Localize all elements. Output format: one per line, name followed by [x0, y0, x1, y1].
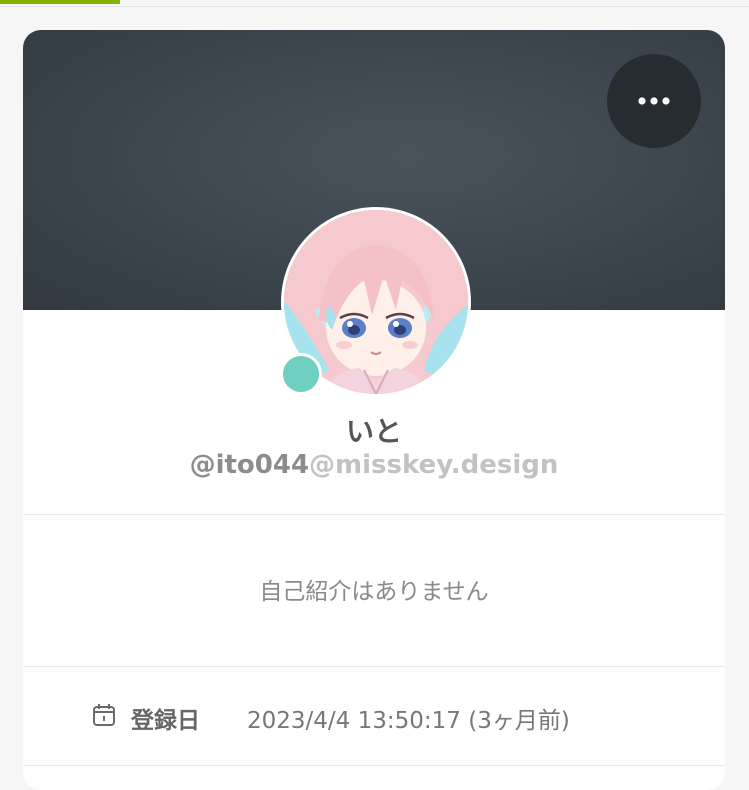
more-options-button[interactable]: [607, 54, 701, 148]
more-horizontal-icon: [638, 97, 670, 105]
user-handle: @ito044@misskey.design: [23, 450, 725, 480]
handle-host: @misskey.design: [309, 450, 559, 480]
profile-card: いと @ito044@misskey.design 自己紹介はありません 登録日…: [23, 30, 725, 790]
handle-username: @ito044: [189, 450, 310, 480]
loading-progress-bar: [0, 0, 120, 4]
online-status-indicator: [280, 353, 322, 395]
field-row-joined: 登録日 2023/4/4 13:50:17 (3ヶ月前): [23, 698, 725, 738]
divider: [23, 514, 725, 515]
display-name: いと: [345, 415, 402, 448]
top-bar: [0, 0, 749, 7]
field-label: 登録日: [131, 708, 200, 734]
bio-text: 自己紹介はありません: [259, 579, 489, 605]
divider: [23, 666, 725, 667]
divider: [23, 765, 725, 766]
field-value: 2023/4/4 13:50:17 (3ヶ月前): [247, 708, 570, 734]
avatar-container: [280, 210, 468, 395]
calendar-icon: [93, 704, 115, 726]
